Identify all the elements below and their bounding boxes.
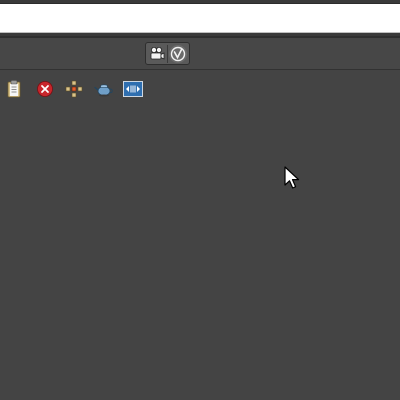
mode-bar — [0, 38, 400, 70]
teapot-icon[interactable] — [93, 78, 115, 100]
title-area — [0, 0, 400, 36]
mode-toggle-group — [145, 42, 190, 65]
title-field[interactable] — [0, 3, 400, 33]
grid-layout-icon[interactable] — [63, 78, 85, 100]
mode-separator — [166, 44, 168, 63]
tool-row — [0, 78, 400, 102]
mouse-pointer-icon — [284, 166, 302, 192]
close-icon[interactable] — [34, 78, 56, 100]
clipboard-icon[interactable] — [3, 78, 25, 100]
video-timeline-icon[interactable] — [122, 78, 144, 100]
app-window — [0, 0, 400, 400]
vertex-mode-icon[interactable] — [168, 44, 187, 63]
film-camera-icon[interactable] — [148, 45, 166, 63]
